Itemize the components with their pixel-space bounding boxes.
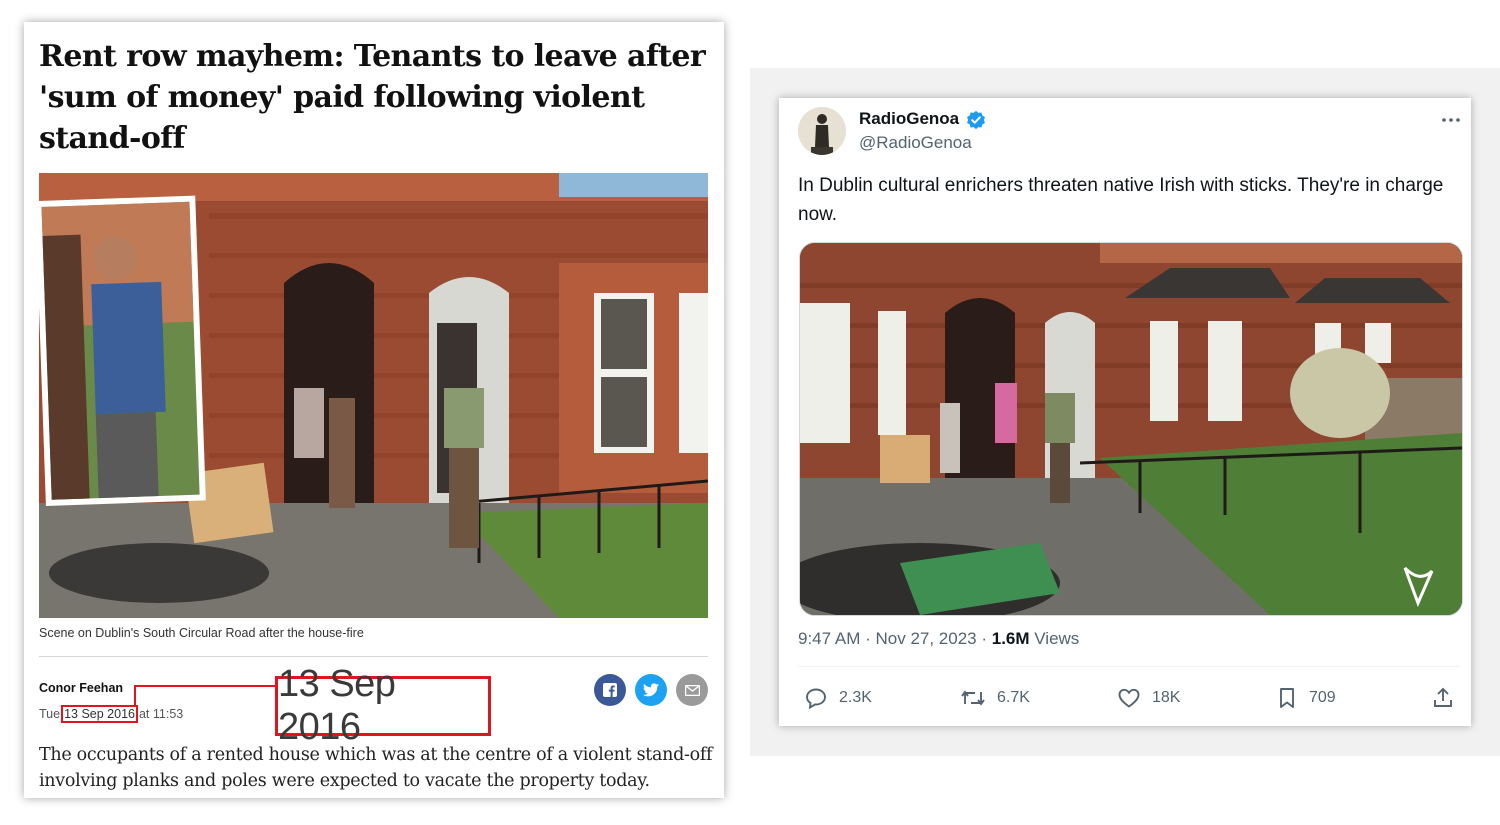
highlight-connector-vertical: [134, 685, 136, 705]
divider: [798, 666, 1460, 667]
avatar[interactable]: [798, 107, 846, 155]
tweet-date[interactable]: Nov 27, 2023: [875, 629, 976, 648]
like-button[interactable]: 18K: [1117, 686, 1180, 710]
email-share-button[interactable]: [676, 674, 708, 706]
photo-caption: Scene on Dublin's South Circular Road af…: [39, 626, 364, 640]
date-highlight-zoom: 13 Sep 2016: [275, 663, 491, 748]
repost-icon: [961, 690, 985, 706]
more-options-button[interactable]: [1439, 108, 1463, 132]
tweet-time[interactable]: 9:47 AM: [798, 629, 860, 648]
statue-icon: [798, 107, 846, 155]
bookmark-count: 709: [1309, 689, 1336, 706]
twitter-icon: [643, 683, 659, 697]
views-count: 1.6M: [991, 629, 1030, 648]
date-weekday: Tue: [39, 707, 61, 721]
bookmark-icon: [1280, 688, 1294, 708]
article-lede: The occupants of a rented house which wa…: [39, 745, 713, 791]
twitter-share-button[interactable]: [635, 674, 667, 706]
share-icon: [1434, 687, 1452, 707]
repost-count: 6.7K: [997, 689, 1030, 706]
dateline: Tue 13 Sep 2016 at 11:53: [39, 705, 183, 723]
email-icon: [684, 684, 700, 696]
article-headline: Rent row mayhem: Tenants to leave after …: [39, 39, 706, 156]
facebook-icon: [603, 683, 617, 697]
tweet-text: In Dublin cultural enrichers threaten na…: [798, 175, 1444, 225]
divider: [39, 656, 708, 657]
facebook-share-button[interactable]: [594, 674, 626, 706]
date-time: at 11:53: [138, 707, 184, 721]
article-photo: [39, 173, 708, 618]
like-count: 18K: [1152, 689, 1181, 706]
heart-icon: [1118, 688, 1140, 708]
reply-button[interactable]: 2.3K: [804, 686, 872, 710]
tweet-timestamp: 9:47 AM · Nov 27, 2023 · 1.6M Views: [798, 629, 1080, 648]
user-handle[interactable]: @RadioGenoa: [859, 133, 972, 153]
tweet-card: RadioGenoa @RadioGenoa In Dublin cultura…: [779, 98, 1471, 726]
repost-button[interactable]: 6.7K: [960, 686, 1030, 710]
views-label: Views: [1034, 629, 1080, 648]
article-card: Rent row mayhem: Tenants to leave after …: [24, 22, 724, 798]
date-highlight-small: 13 Sep 2016: [61, 705, 138, 723]
verified-badge-icon: [967, 110, 985, 130]
author-name[interactable]: Conor Feehan: [39, 681, 123, 695]
more-icon: [1442, 118, 1460, 122]
tweet-video[interactable]: [799, 242, 1463, 616]
reply-icon: [806, 688, 826, 710]
share-buttons: [594, 674, 708, 706]
display-name[interactable]: RadioGenoa: [859, 109, 959, 129]
highlight-connector: [134, 685, 275, 687]
share-button[interactable]: [1431, 686, 1455, 710]
bookmark-button[interactable]: 709: [1276, 686, 1336, 710]
reply-count: 2.3K: [839, 689, 872, 706]
